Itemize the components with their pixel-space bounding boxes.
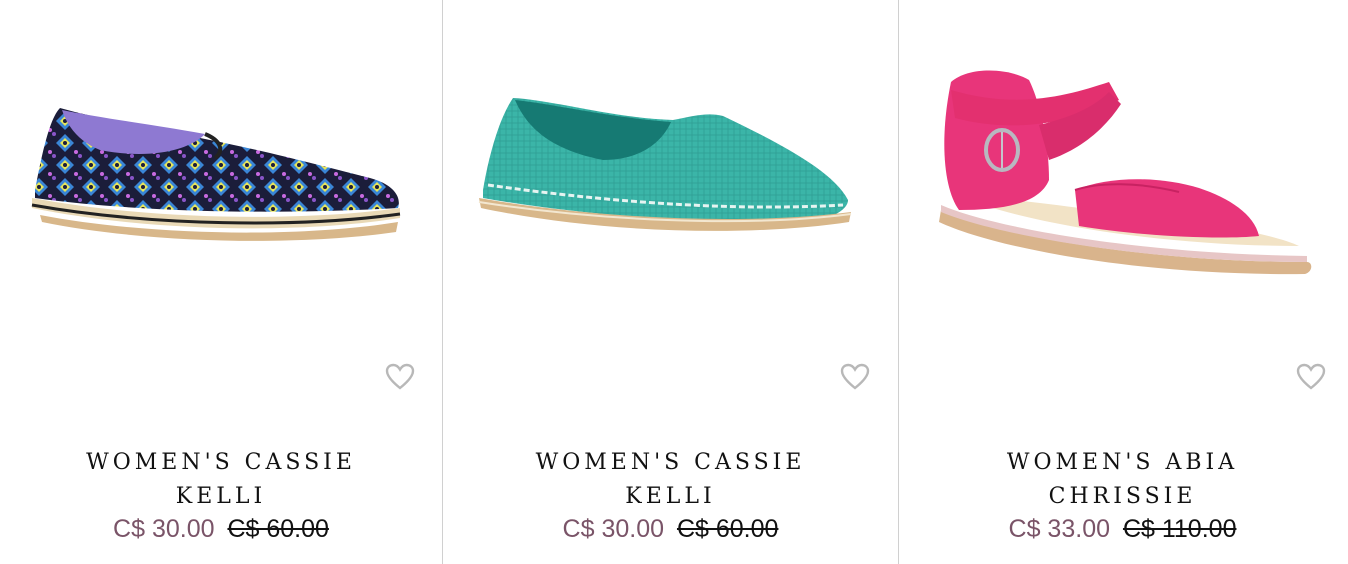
sale-price: C$ 30.00 [562, 515, 665, 543]
product-title-line2: KELLI [625, 484, 716, 509]
product-title-link[interactable]: WOMEN'S CASSIE KELLI [0, 446, 442, 514]
product-card[interactable]: WOMEN'S CASSIE KELLI C$ 30.00 C$ 60.00 [443, 0, 899, 564]
product-card[interactable]: WOMEN'S CASSIE KELLI C$ 30.00 C$ 60.00 [0, 0, 443, 564]
original-price: C$ 60.00 [227, 515, 329, 543]
wishlist-heart-icon[interactable] [385, 362, 415, 392]
original-price: C$ 110.00 [1122, 515, 1237, 543]
sale-price: C$ 33.00 [1008, 515, 1110, 543]
product-title-line1: WOMEN'S CASSIE [86, 450, 356, 475]
product-price: C$ 30.00 C$ 60.00 [443, 512, 898, 546]
product-title-line2: CHRISSIE [1048, 484, 1197, 509]
sale-price: C$ 30.00 [113, 515, 215, 543]
product-title-link[interactable]: WOMEN'S CASSIE KELLI [443, 446, 898, 514]
product-title-line1: WOMEN'S CASSIE [535, 450, 806, 475]
product-grid: WOMEN'S CASSIE KELLI C$ 30.00 C$ 60.00 W… [0, 0, 1348, 564]
product-price: C$ 33.00 C$ 110.00 [899, 512, 1346, 546]
product-price: C$ 30.00 C$ 60.00 [0, 512, 442, 546]
product-image-teal-slip-on[interactable] [443, 0, 898, 300]
wishlist-heart-icon[interactable] [1296, 362, 1326, 392]
product-card[interactable]: WOMEN'S ABIA CHRISSIE C$ 33.00 C$ 110.00 [899, 0, 1346, 564]
original-price: C$ 60.00 [676, 515, 779, 543]
product-image-patterned-slip-on[interactable] [0, 0, 442, 300]
wishlist-heart-icon[interactable] [840, 362, 870, 392]
product-image-pink-sandal[interactable] [899, 0, 1346, 300]
product-title-line1: WOMEN'S ABIA [1006, 450, 1239, 475]
product-title-link[interactable]: WOMEN'S ABIA CHRISSIE [899, 446, 1346, 514]
product-title-line2: KELLI [175, 484, 267, 509]
